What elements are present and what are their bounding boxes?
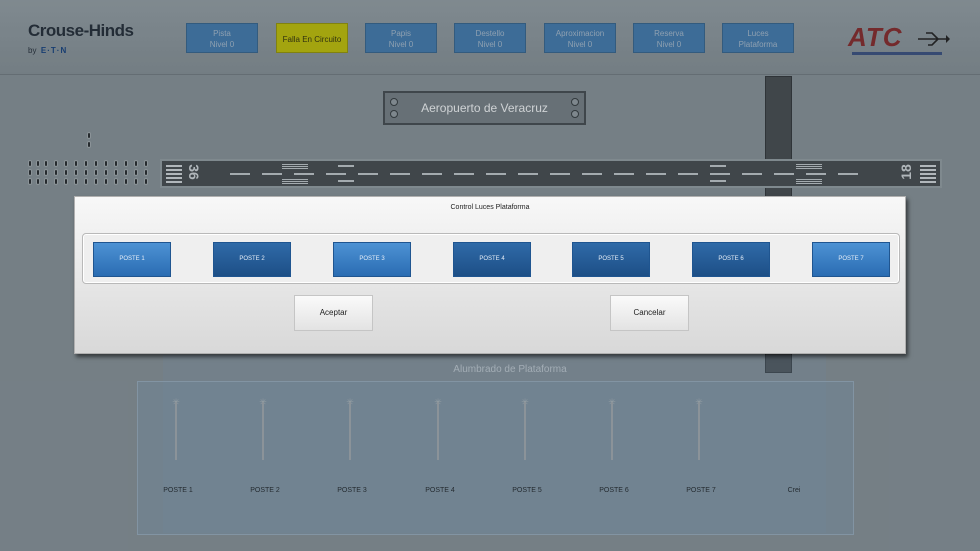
poste-5-button[interactable]: POSTE 5 [572, 242, 650, 277]
poste-6-button[interactable]: POSTE 6 [692, 242, 770, 277]
poste-3-button[interactable]: POSTE 3 [333, 242, 411, 277]
poste-7-button[interactable]: POSTE 7 [812, 242, 890, 277]
aceptar-button[interactable]: Aceptar [294, 295, 373, 331]
control-luces-dialog: Control Luces Plataforma POSTE 1 POSTE 2… [74, 196, 906, 354]
dialog-title: Control Luces Plataforma [450, 204, 530, 211]
poste-2-button[interactable]: POSTE 2 [213, 242, 291, 277]
cancelar-button[interactable]: Cancelar [610, 295, 689, 331]
poste-1-button[interactable]: POSTE 1 [93, 242, 171, 277]
poste-button-group: POSTE 1 POSTE 2 POSTE 3 POSTE 4 POSTE 5 … [82, 233, 900, 284]
poste-4-button[interactable]: POSTE 4 [453, 242, 531, 277]
